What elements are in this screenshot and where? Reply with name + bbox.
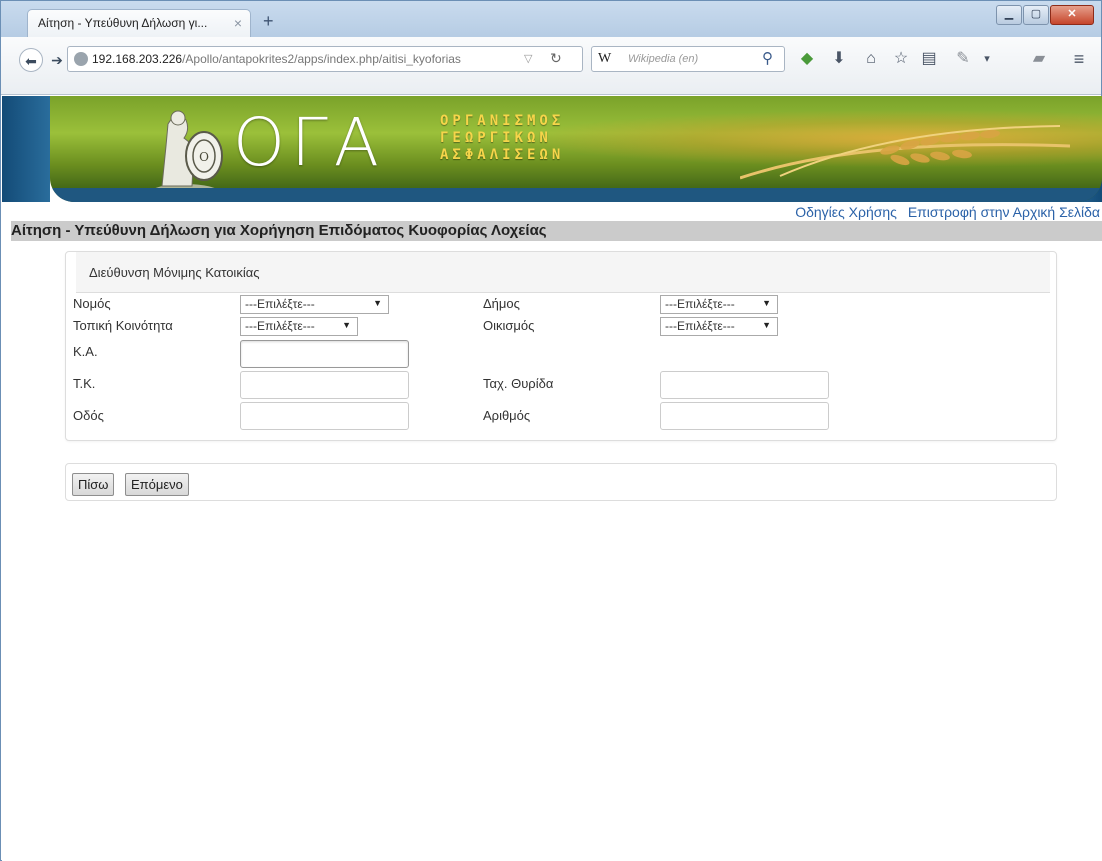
nomos-label: Νομός [73,296,111,311]
emblem-icon: Ο [151,110,223,200]
url-text: 192.168.203.226/Apollo/antapokrites2/app… [92,52,461,66]
oikismos-select[interactable]: ---Επιλέξτε--- ▼ [660,317,778,336]
search-box[interactable]: W Wikipedia (en) ⚲ [591,46,785,72]
close-window-button[interactable]: ✕ [1050,5,1094,25]
arithmos-label: Αριθμός [483,408,531,423]
chevron-down-icon: ▼ [342,320,351,330]
tax-thyrida-input[interactable] [660,371,829,399]
globe-icon [74,52,88,66]
panel-heading: Διεύθυνση Μόνιμης Κατοικίας [76,252,1050,293]
top-links: Οδηγίες Χρήσης Επιστροφή στην Αρχική Σελ… [788,204,1100,220]
forward-icon[interactable]: ➔ [45,48,69,72]
org-line-1: ΟΡΓΑΝΙΣΜΟΣ [440,113,565,129]
banner-edge-left [2,96,50,202]
help-link[interactable]: Οδηγίες Χρήσης [795,204,897,220]
title-bar: Αίτηση - Υπεύθυνη Δήλωση γι... × + ▁ ▢ ✕ [1,1,1101,37]
tk-label: Τ.Κ. [73,376,96,391]
search-engine-icon[interactable]: W [598,51,611,67]
topiki-koinotita-select[interactable]: ---Επιλέξτε--- ▼ [240,317,358,336]
next-button[interactable]: Επόμενο [125,473,189,496]
home-page-link[interactable]: Επιστροφή στην Αρχική Σελίδα [908,204,1100,220]
address-panel: Διεύθυνση Μόνιμης Κατοικίας Νομός ---Επι… [65,251,1057,441]
nav-toolbar: ⬅ ➔ 192.168.203.226/Apollo/antapokrites2… [1,37,1101,95]
tab-close-icon[interactable]: × [234,15,242,31]
search-placeholder: Wikipedia (en) [628,53,699,65]
url-dropdown-icon[interactable]: ▽ [524,52,532,65]
search-icon[interactable]: ⚲ [762,49,773,67]
oikismos-label: Οικισμός [483,318,535,333]
page-content: Ο ΟΓΑ ΟΡΓΑΝΙΣΜΟΣ ΓΕΩΡΓΙΚΩΝ ΑΣΦΑΛΙΣΕΩΝ Οδ… [2,96,1102,861]
new-tab-button[interactable]: + [263,11,274,32]
chevron-down-icon: ▼ [762,320,771,330]
url-host: 192.168.203.226 [92,52,183,66]
tab-title: Αίτηση - Υπεύθυνη Δήλωση γι... [38,16,208,30]
url-path: /Apollo/antapokrites2/apps/index.php/ait… [182,52,461,66]
extension-dropdown-icon[interactable]: ▾ [975,47,999,71]
reload-icon[interactable]: ↻ [550,50,562,67]
maximize-button[interactable]: ▢ [1023,5,1049,25]
back-button[interactable]: Πίσω [72,473,115,496]
chevron-down-icon: ▼ [762,298,771,308]
actions-panel: Πίσω Επόμενο [65,463,1057,501]
org-line-2: ΓΕΩΡΓΙΚΩΝ [440,130,552,146]
oikismos-select-value: ---Επιλέξτε--- [665,319,735,333]
dimos-label: Δήμος [483,296,520,311]
extension-icon[interactable]: ✎ [951,47,975,71]
topiki-koinotita-label: Τοπική Κοινότητα [73,318,173,333]
dimos-select-value: ---Επιλέξτε--- [665,297,735,311]
odos-input[interactable] [240,402,409,430]
bookmark-star-icon[interactable]: ☆ [889,47,913,71]
oga-banner: Ο ΟΓΑ ΟΡΓΑΝΙΣΜΟΣ ΓΕΩΡΓΙΚΩΝ ΑΣΦΑΛΙΣΕΩΝ [50,96,1102,202]
org-line-3: ΑΣΦΑΛΙΣΕΩΝ [440,147,565,163]
topiki-koinotita-select-value: ---Επιλέξτε--- [245,319,315,333]
wheat-illustration [740,125,1070,180]
reader-icon[interactable]: ▤ [917,47,941,71]
browser-window: Αίτηση - Υπεύθυνη Δήλωση γι... × + ▁ ▢ ✕… [0,0,1102,861]
nomos-select[interactable]: ---Επιλέξτε--- ▼ [240,295,389,314]
notes-icon[interactable]: ▰ [1027,47,1051,71]
browser-tab[interactable]: Αίτηση - Υπεύθυνη Δήλωση γι... × [27,9,251,37]
ka-input[interactable] [240,340,409,368]
addon-icon[interactable]: ◆ [795,47,819,71]
address-bar[interactable]: 192.168.203.226/Apollo/antapokrites2/app… [67,46,583,72]
ka-label: Κ.Α. [73,344,98,359]
nomos-select-value: ---Επιλέξτε--- [245,297,315,311]
arithmos-input[interactable] [660,402,829,430]
svg-text:Ο: Ο [199,150,209,164]
download-icon[interactable]: ⬇ [827,47,851,71]
minimize-button[interactable]: ▁ [996,5,1022,25]
dimos-select[interactable]: ---Επιλέξτε--- ▼ [660,295,778,314]
menu-icon[interactable]: ≡ [1067,47,1091,71]
page-title: Αίτηση - Υπεύθυνη Δήλωση για Χορήγηση Επ… [11,221,1102,241]
tax-thyrida-label: Ταχ. Θυρίδα [483,376,554,391]
organization-name: ΟΡΓΑΝΙΣΜΟΣ ΓΕΩΡΓΙΚΩΝ ΑΣΦΑΛΙΣΕΩΝ [440,113,564,164]
tk-input[interactable] [240,371,409,399]
back-icon[interactable]: ⬅ [19,48,43,72]
odos-label: Οδός [73,408,104,423]
home-icon[interactable]: ⌂ [859,47,883,71]
chevron-down-icon: ▼ [373,298,382,308]
logo-text: ΟΓΑ [233,104,385,181]
